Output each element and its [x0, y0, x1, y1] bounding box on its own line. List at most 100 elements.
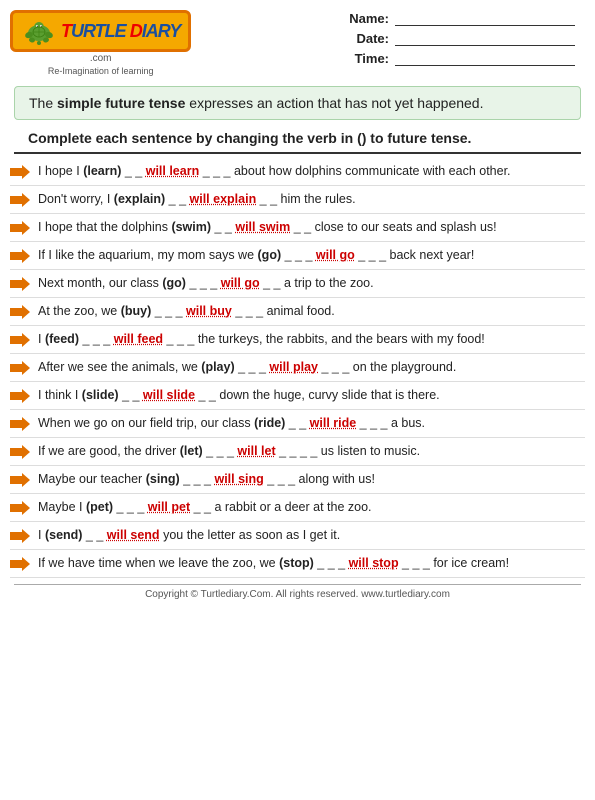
blanks-before-15: _ _ _	[314, 556, 349, 570]
sentence-row-11: If we are good, the driver (let) _ _ _ w…	[10, 438, 585, 466]
sentence-after-10: a bus.	[387, 416, 425, 430]
blanks-before-13: _ _ _	[113, 500, 148, 514]
sentence-after-4: back next year!	[386, 248, 474, 262]
page-header: TURTLE DIARY .com Re-Imagination of lear…	[0, 0, 595, 82]
sentence-verb-7: (feed)	[45, 332, 79, 346]
sentence-before-2: Don't worry, I	[38, 192, 114, 206]
arrow-icon-11	[10, 444, 32, 460]
sentence-verb-3: (swim)	[171, 220, 211, 234]
sentence-row-8: After we see the animals, we (play) _ _ …	[10, 354, 585, 382]
sentence-after-11: us listen to music.	[317, 444, 420, 458]
name-field-row: Name:	[349, 10, 575, 26]
sentence-row-3: I hope that the dolphins (swim) _ _ will…	[10, 214, 585, 242]
sentence-answer-11: will let	[237, 444, 275, 458]
blanks-before-1: _ _	[121, 164, 145, 178]
sentence-verb-9: (slide)	[82, 388, 119, 402]
blanks-before-9: _ _	[119, 388, 143, 402]
blanks-before-14: _ _	[82, 528, 106, 542]
blanks-before-2: _ _	[165, 192, 189, 206]
info-box: The simple future tense expresses an act…	[14, 86, 581, 120]
sentence-answer-1: will learn	[146, 164, 200, 178]
sentence-before-10: When we go on our field trip, our class	[38, 416, 254, 430]
date-line	[395, 30, 575, 46]
sentence-text-2: Don't worry, I (explain) _ _ will explai…	[38, 191, 585, 209]
sentence-verb-6: (buy)	[121, 304, 152, 318]
sentence-verb-10: (ride)	[254, 416, 285, 430]
sentence-text-9: I think I (slide) _ _ will slide _ _ dow…	[38, 387, 585, 405]
date-label: Date:	[349, 31, 389, 46]
instructions-text: Complete each sentence by changing the v…	[28, 130, 471, 146]
sentence-row-13: Maybe I (pet) _ _ _ will pet _ _ a rabbi…	[10, 494, 585, 522]
sentence-before-9: I think I	[38, 388, 82, 402]
blanks-after-7: _ _ _	[163, 332, 194, 346]
sentence-after-3: close to our seats and splash us!	[311, 220, 497, 234]
sentence-answer-13: will pet	[148, 500, 190, 514]
sentence-row-4: If I like the aquarium, my mom says we (…	[10, 242, 585, 270]
sentence-before-6: At the zoo, we	[38, 304, 121, 318]
date-field-row: Date:	[349, 30, 575, 46]
sentence-verb-12: (sing)	[146, 472, 180, 486]
arrow-icon-2	[10, 192, 32, 208]
sentence-answer-12: will sing	[214, 472, 263, 486]
blanks-before-10: _ _	[285, 416, 309, 430]
sentence-row-1: I hope I (learn) _ _ will learn _ _ _ ab…	[10, 158, 585, 186]
blanks-after-2: _ _	[256, 192, 277, 206]
sentence-row-12: Maybe our teacher (sing) _ _ _ will sing…	[10, 466, 585, 494]
sentence-row-5: Next month, our class (go) _ _ _ will go…	[10, 270, 585, 298]
blanks-after-10: _ _ _	[356, 416, 387, 430]
sentence-answer-9: will slide	[143, 388, 195, 402]
sentence-verb-2: (explain)	[114, 192, 165, 206]
blanks-after-9: _ _	[195, 388, 216, 402]
sentence-verb-14: (send)	[45, 528, 83, 542]
sentence-text-4: If I like the aquarium, my mom says we (…	[38, 247, 585, 265]
blanks-after-12: _ _ _	[264, 472, 295, 486]
sentence-verb-8: (play)	[201, 360, 234, 374]
sentence-after-14: you the letter as soon as I get it.	[163, 528, 340, 542]
sentence-after-7: the turkeys, the rabbits, and the bears …	[194, 332, 484, 346]
sentence-before-7: I	[38, 332, 45, 346]
blanks-before-4: _ _ _	[281, 248, 316, 262]
blanks-after-3: _ _	[290, 220, 311, 234]
sentence-verb-5: (go)	[162, 276, 186, 290]
blanks-after-1: _ _ _	[199, 164, 230, 178]
sentence-after-2: him the rules.	[277, 192, 356, 206]
sentence-verb-4: (go)	[258, 248, 282, 262]
blanks-before-7: _ _ _	[79, 332, 114, 346]
sentence-before-8: After we see the animals, we	[38, 360, 201, 374]
blanks-after-8: _ _ _	[318, 360, 349, 374]
info-text-before: The	[29, 95, 57, 111]
footer-text: Copyright © Turtlediary.Com. All rights …	[145, 589, 450, 600]
sentence-before-13: Maybe I	[38, 500, 86, 514]
sentence-text-14: I (send) _ _ will send you the letter as…	[38, 527, 585, 545]
turtle-icon	[21, 17, 57, 45]
sentence-before-5: Next month, our class	[38, 276, 162, 290]
sentence-row-2: Don't worry, I (explain) _ _ will explai…	[10, 186, 585, 214]
arrow-icon-12	[10, 472, 32, 488]
sentence-after-1: about how dolphins communicate with each…	[231, 164, 511, 178]
arrow-icon-3	[10, 220, 32, 236]
blanks-before-3: _ _	[211, 220, 235, 234]
sentence-after-5: a trip to the zoo.	[280, 276, 373, 290]
arrow-icon-4	[10, 248, 32, 264]
sentence-row-7: I (feed) _ _ _ will feed _ _ _ the turke…	[10, 326, 585, 354]
blanks-before-11: _ _ _	[203, 444, 238, 458]
sentence-text-7: I (feed) _ _ _ will feed _ _ _ the turke…	[38, 331, 585, 349]
sentence-before-3: I hope that the dolphins	[38, 220, 171, 234]
blanks-after-4: _ _ _	[355, 248, 386, 262]
blanks-after-15: _ _ _	[399, 556, 430, 570]
sentence-text-3: I hope that the dolphins (swim) _ _ will…	[38, 219, 585, 237]
arrow-icon-6	[10, 304, 32, 320]
blanks-before-5: _ _ _	[186, 276, 221, 290]
arrow-icon-14	[10, 528, 32, 544]
info-text-after: expresses an action that has not yet hap…	[185, 95, 483, 111]
sentence-after-12: along with us!	[295, 472, 375, 486]
sentence-answer-2: will explain	[190, 192, 257, 206]
sentence-row-10: When we go on our field trip, our class …	[10, 410, 585, 438]
sentences-area: I hope I (learn) _ _ will learn _ _ _ ab…	[0, 158, 595, 578]
time-label: Time:	[349, 51, 389, 66]
sentence-answer-14: will send	[107, 528, 160, 542]
arrow-icon-13	[10, 500, 32, 516]
blanks-after-5: _ _	[260, 276, 281, 290]
blanks-before-6: _ _ _	[151, 304, 186, 318]
blanks-after-13: _ _	[190, 500, 211, 514]
